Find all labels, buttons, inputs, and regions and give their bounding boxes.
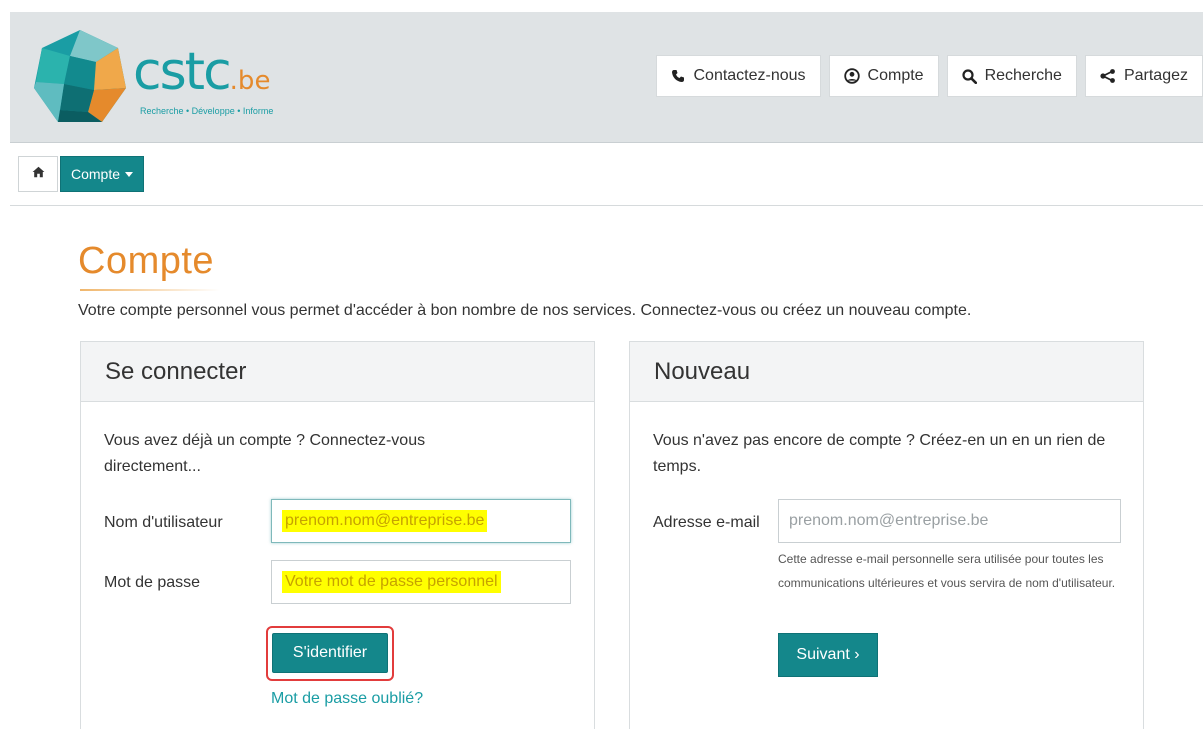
password-input[interactable]: Votre mot de passe personnel — [271, 560, 571, 604]
breadcrumb: Compte — [10, 143, 1203, 206]
username-placeholder: prenom.nom@entreprise.be — [282, 510, 488, 532]
email-label: Adresse e-mail — [653, 514, 760, 531]
contact-button[interactable]: Contactez-nous — [656, 55, 821, 97]
login-description: Vous avez déjà un compte ? Connectez-vou… — [104, 432, 426, 475]
password-label: Mot de passe — [104, 574, 201, 591]
account-label: Compte — [867, 67, 924, 84]
username-label: Nom d'utilisateur — [104, 514, 223, 531]
caret-down-icon — [125, 171, 134, 177]
register-panel-heading: Nouveau — [630, 342, 1143, 402]
email-input[interactable]: prenom.nom@entreprise.be — [778, 499, 1121, 543]
logo-wordmark: cstc.be — [133, 42, 271, 102]
contact-label: Contactez-nous — [693, 67, 806, 84]
search-icon — [961, 68, 977, 84]
home-icon — [32, 165, 45, 183]
forgot-password-link[interactable]: Mot de passe oublié? — [271, 690, 423, 708]
title-underline — [80, 289, 220, 291]
username-input[interactable]: prenom.nom@entreprise.be — [271, 499, 571, 543]
user-circle-icon — [843, 68, 860, 84]
top-navigation: Contactez-nous Compte Recherche Partagez — [656, 55, 1203, 97]
breadcrumb-compte-label: Compte — [71, 166, 121, 182]
share-icon — [1100, 69, 1116, 83]
page-title: Compte — [78, 240, 215, 282]
login-submit-button[interactable]: S'identifier — [272, 633, 388, 673]
phone-icon — [671, 69, 685, 83]
email-help-text: Cette adresse e-mail personnelle sera ut… — [778, 552, 1116, 590]
search-button[interactable]: Recherche — [946, 55, 1077, 97]
share-label: Partagez — [1123, 67, 1188, 84]
page-intro: Votre compte personnel vous permet d'acc… — [78, 302, 972, 319]
breadcrumb-compte-dropdown[interactable]: Compte — [60, 156, 145, 192]
account-button[interactable]: Compte — [828, 55, 939, 97]
dodecahedron-logo-icon — [34, 30, 126, 122]
login-panel: Se connecter Vous avez déjà un compte ? … — [80, 341, 595, 729]
cstc-logo[interactable]: cstc.be Recherche • Développe • Informe — [30, 26, 310, 130]
site-header: cstc.be Recherche • Développe • Informe … — [10, 12, 1203, 143]
register-description: Vous n'avez pas encore de compte ? Créez… — [653, 432, 1106, 475]
password-placeholder: Votre mot de passe personnel — [282, 571, 501, 593]
submit-highlight: S'identifier — [266, 626, 394, 681]
email-placeholder: prenom.nom@entreprise.be — [789, 512, 989, 529]
next-button[interactable]: Suivant › — [778, 633, 878, 677]
share-button[interactable]: Partagez — [1084, 55, 1203, 97]
home-button[interactable] — [18, 156, 58, 192]
login-panel-heading: Se connecter — [81, 342, 594, 402]
search-label: Recherche — [984, 67, 1062, 84]
logo-tagline: Recherche • Développe • Informe — [140, 106, 274, 116]
register-panel: Nouveau Vous n'avez pas encore de compte… — [629, 341, 1144, 729]
